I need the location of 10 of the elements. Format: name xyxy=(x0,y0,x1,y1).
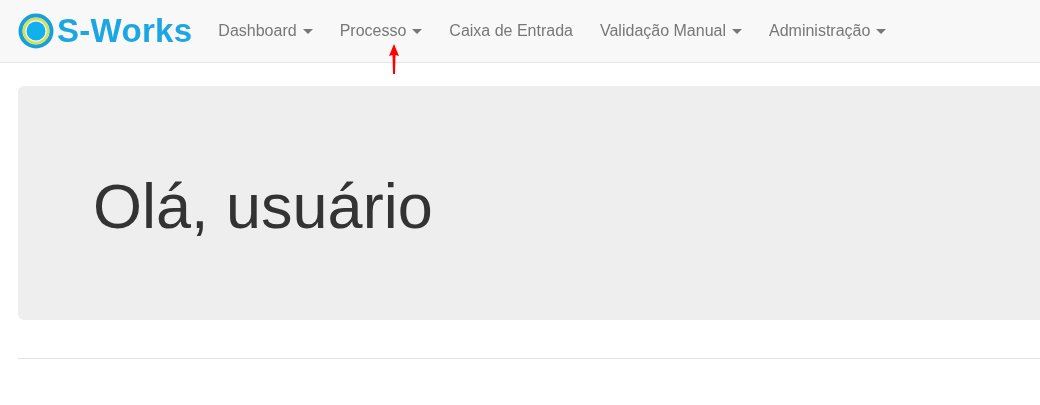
arrow-icon xyxy=(388,44,399,74)
greeting-heading: Olá, usuário xyxy=(93,169,433,242)
nav-menu-item[interactable]: Processo xyxy=(326,22,437,40)
brand-name: S-Works xyxy=(57,12,193,50)
nav-menu-item[interactable]: Dashboard xyxy=(205,22,327,40)
nav-menu-item[interactable]: Caixa de Entrada xyxy=(436,22,587,40)
ring-logo-icon xyxy=(18,13,54,49)
nav-menu-item[interactable]: Administração xyxy=(756,22,901,40)
nav-menu-item[interactable]: Validação Manual xyxy=(587,22,756,40)
brand-logo[interactable]: S-Works xyxy=(18,12,193,50)
